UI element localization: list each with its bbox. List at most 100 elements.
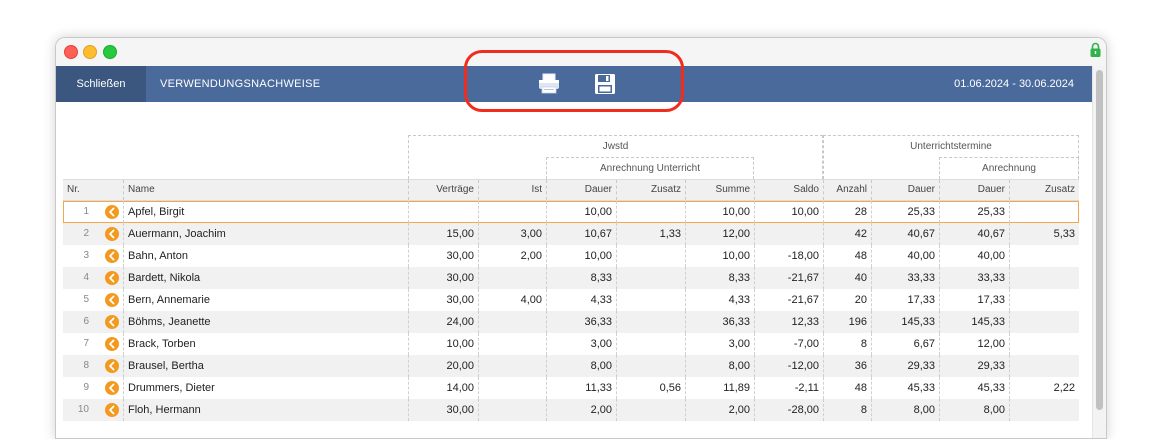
- row-vertraege: 20,00: [408, 355, 478, 377]
- col-anrechnung-dauer[interactable]: Dauer: [939, 180, 1009, 200]
- vertical-scrollbar[interactable]: [1092, 66, 1106, 438]
- row-anrechnung-dauer: 12,00: [939, 333, 1009, 355]
- highlight-annotation: [464, 50, 684, 112]
- col-summe[interactable]: Summe: [685, 180, 754, 200]
- app-window: Schließen VERWENDUNGSNACHWEISE 01.06.202…: [55, 37, 1107, 439]
- row-name: Bern, Annemarie: [123, 289, 408, 311]
- table-row[interactable]: 5 Bern, Annemarie 30,00 4,00 4,33 4,33 -21,67 2…: [63, 289, 1079, 311]
- table-row[interactable]: 9 Drummers, Dieter 14,00 11,33 0,56 11,89 -2,1…: [63, 377, 1079, 399]
- table-row[interactable]: 8 Brausel, Bertha 20,00 8,00 8,00 -12,00 36 29,…: [63, 355, 1079, 377]
- arrow-left-circle-icon[interactable]: [105, 337, 119, 351]
- col-anrechnung-zusatz[interactable]: Zusatz: [1009, 180, 1079, 200]
- row-saldo: -12,00: [754, 355, 823, 377]
- row-vertraege: 30,00: [408, 245, 478, 267]
- row-termine-dauer: 40,00: [871, 245, 939, 267]
- row-dauer: 36,33: [546, 311, 616, 333]
- arrow-left-circle-icon[interactable]: [105, 315, 119, 329]
- row-vertraege: 10,00: [408, 333, 478, 355]
- row-zusatz: [616, 267, 685, 289]
- col-saldo[interactable]: Saldo: [754, 180, 823, 200]
- row-anzahl: 40: [823, 267, 871, 289]
- arrow-left-circle-icon[interactable]: [105, 403, 119, 417]
- row-anrechnung-zusatz: [1009, 333, 1079, 355]
- row-name: Bahn, Anton: [123, 245, 408, 267]
- row-anrechnung-dauer: 17,33: [939, 289, 1009, 311]
- row-vertraege: [408, 201, 478, 223]
- row-anzahl: 42: [823, 223, 871, 245]
- row-termine-dauer: 29,33: [871, 355, 939, 377]
- col-zusatz[interactable]: Zusatz: [616, 180, 685, 200]
- row-summe: 4,33: [685, 289, 754, 311]
- date-range: 01.06.2024 - 30.06.2024: [954, 78, 1074, 90]
- row-anrechnung-zusatz: [1009, 355, 1079, 377]
- col-vertraege[interactable]: Verträge: [408, 180, 478, 200]
- arrow-left-circle-icon[interactable]: [105, 227, 119, 241]
- close-button[interactable]: Schließen: [56, 66, 146, 102]
- row-ist: [478, 311, 546, 333]
- arrow-left-circle-icon[interactable]: [105, 205, 119, 219]
- row-anzahl: 48: [823, 245, 871, 267]
- close-window-button[interactable]: [64, 45, 78, 59]
- scroll-thumb[interactable]: [1096, 70, 1103, 410]
- zoom-window-button[interactable]: [103, 45, 117, 59]
- col-name[interactable]: Name: [123, 180, 408, 200]
- row-anrechnung-dauer: 33,33: [939, 267, 1009, 289]
- row-name: Böhms, Jeanette: [123, 311, 408, 333]
- row-ist: [478, 267, 546, 289]
- col-termine-dauer[interactable]: Dauer: [871, 180, 939, 200]
- group-header-anrechnung: Anrechnung: [939, 157, 1079, 179]
- row-anrechnung-zusatz: 2,22: [1009, 377, 1079, 399]
- row-anzahl: 48: [823, 377, 871, 399]
- row-saldo: -7,00: [754, 333, 823, 355]
- col-nr[interactable]: Nr.: [63, 180, 123, 200]
- row-dauer: 4,33: [546, 289, 616, 311]
- col-dauer[interactable]: Dauer: [546, 180, 616, 200]
- row-zusatz: 0,56: [616, 377, 685, 399]
- row-saldo: 10,00: [754, 201, 823, 223]
- minimize-window-button[interactable]: [83, 45, 97, 59]
- row-termine-dauer: 33,33: [871, 267, 939, 289]
- col-anzahl[interactable]: Anzahl: [823, 180, 871, 200]
- row-anrechnung-dauer: 40,00: [939, 245, 1009, 267]
- table-row[interactable]: 3 Bahn, Anton 30,00 2,00 10,00 10,00 -18,00 48 4…: [63, 245, 1079, 267]
- row-saldo: [754, 223, 823, 245]
- row-anrechnung-zusatz: [1009, 289, 1079, 311]
- row-summe: 10,00: [685, 245, 754, 267]
- table-row[interactable]: 1 Apfel, Birgit 10,00 10,00 10,00 28 25,33 25,3…: [63, 201, 1079, 223]
- row-termine-dauer: 145,33: [871, 311, 939, 333]
- arrow-left-circle-icon[interactable]: [105, 249, 119, 263]
- table-row[interactable]: 4 Bardett, Nikola 30,00 8,33 8,33 -21,67 40 33,…: [63, 267, 1079, 289]
- row-anzahl: 36: [823, 355, 871, 377]
- row-ist: [478, 377, 546, 399]
- row-anzahl: 20: [823, 289, 871, 311]
- row-vertraege: 30,00: [408, 289, 478, 311]
- row-summe: 3,00: [685, 333, 754, 355]
- arrow-left-circle-icon[interactable]: [105, 381, 119, 395]
- table-row[interactable]: 6 Böhms, Jeanette 24,00 36,33 36,33 12,33 196 1…: [63, 311, 1079, 333]
- row-saldo: -21,67: [754, 289, 823, 311]
- row-zusatz: 1,33: [616, 223, 685, 245]
- page-title: VERWENDUNGSNACHWEISE: [160, 78, 321, 90]
- arrow-left-circle-icon[interactable]: [105, 271, 119, 285]
- row-zusatz: [616, 245, 685, 267]
- row-ist: 3,00: [478, 223, 546, 245]
- row-dauer: 11,33: [546, 377, 616, 399]
- row-saldo: -18,00: [754, 245, 823, 267]
- row-summe: 11,89: [685, 377, 754, 399]
- row-ist: [478, 333, 546, 355]
- row-saldo: -2,11: [754, 377, 823, 399]
- group-header-anrechnung-label: Anrechnung: [982, 163, 1036, 174]
- row-vertraege: 14,00: [408, 377, 478, 399]
- row-name: Auermann, Joachim: [123, 223, 408, 245]
- row-zusatz: [616, 333, 685, 355]
- row-vertraege: 24,00: [408, 311, 478, 333]
- row-termine-dauer: 6,67: [871, 333, 939, 355]
- row-anrechnung-dauer: 29,33: [939, 355, 1009, 377]
- col-ist[interactable]: Ist: [478, 180, 546, 200]
- table-row[interactable]: 2 Auermann, Joachim 15,00 3,00 10,67 1,33 12,0…: [63, 223, 1079, 245]
- row-ist: [478, 201, 546, 223]
- row-ist: 4,00: [478, 289, 546, 311]
- arrow-left-circle-icon[interactable]: [105, 293, 119, 307]
- table-row[interactable]: 7 Brack, Torben 10,00 3,00 3,00 -7,00 8 6,67 12,…: [63, 333, 1079, 355]
- arrow-left-circle-icon[interactable]: [105, 359, 119, 373]
